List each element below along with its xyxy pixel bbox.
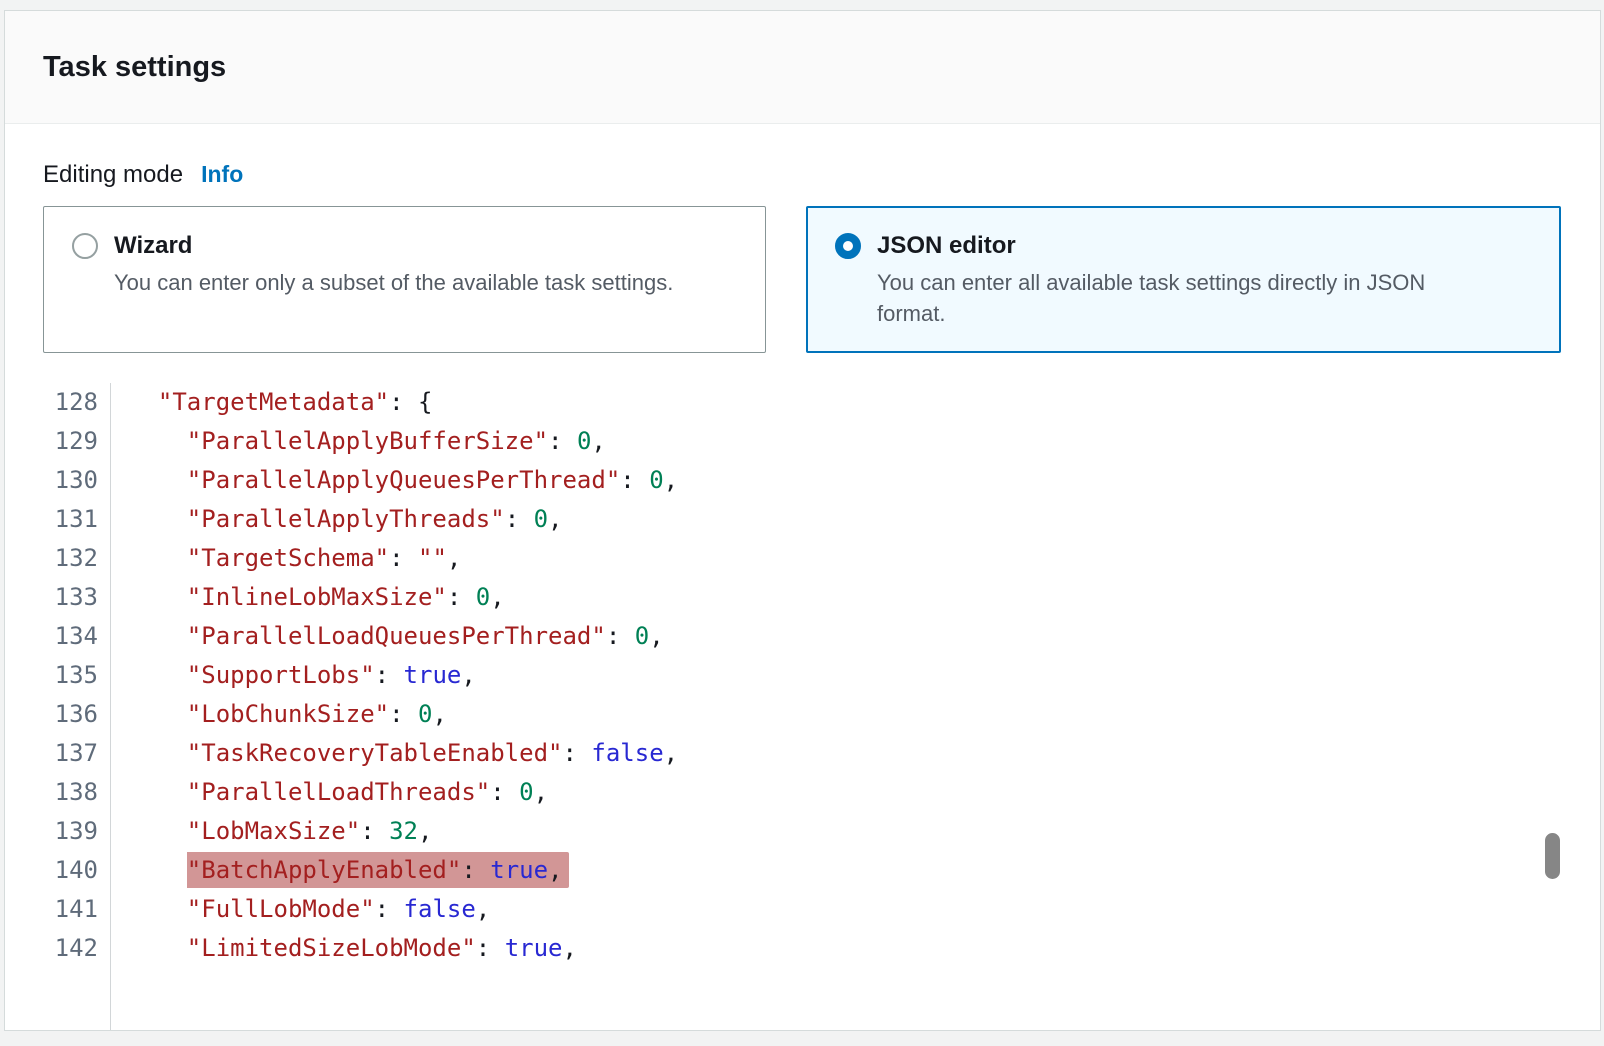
- code-line[interactable]: 132 "TargetSchema": "",: [43, 539, 1562, 578]
- code-text: "SupportLobs": true,: [111, 656, 476, 695]
- json-code-editor[interactable]: 128 "TargetMetadata": {129 "ParallelAppl…: [43, 383, 1562, 1030]
- code-text: "ParallelApplyBufferSize": 0,: [111, 422, 606, 461]
- container-header: Task settings: [5, 11, 1600, 124]
- code-line[interactable]: 133 "InlineLobMaxSize": 0,: [43, 578, 1562, 617]
- code-lines: 128 "TargetMetadata": {129 "ParallelAppl…: [43, 383, 1562, 968]
- option-json-editor[interactable]: JSON editor You can enter all available …: [806, 206, 1561, 353]
- info-link[interactable]: Info: [201, 161, 243, 188]
- code-text: "InlineLobMaxSize": 0,: [111, 578, 505, 617]
- code-line[interactable]: 139 "LobMaxSize": 32,: [43, 812, 1562, 851]
- option-wizard-text: Wizard You can enter only a subset of th…: [114, 230, 673, 298]
- line-number: 133: [43, 578, 111, 617]
- option-wizard-description: You can enter only a subset of the avail…: [114, 267, 673, 298]
- code-line[interactable]: 137 "TaskRecoveryTableEnabled": false,: [43, 734, 1562, 773]
- editor-scrollbar-thumb[interactable]: [1545, 833, 1560, 879]
- container-body: Editing mode Info Wizard You can enter o…: [5, 124, 1600, 1030]
- code-line[interactable]: 142 "LimitedSizeLobMode": true,: [43, 929, 1562, 968]
- code-text: "ParallelLoadQueuesPerThread": 0,: [111, 617, 664, 656]
- line-number: 135: [43, 656, 111, 695]
- option-wizard-label: Wizard: [114, 230, 673, 262]
- code-line[interactable]: 141 "FullLobMode": false,: [43, 890, 1562, 929]
- code-text: "LobMaxSize": 32,: [111, 812, 432, 851]
- line-number: 136: [43, 695, 111, 734]
- code-text: "LimitedSizeLobMode": true,: [111, 929, 577, 968]
- code-line[interactable]: 134 "ParallelLoadQueuesPerThread": 0,: [43, 617, 1562, 656]
- option-json-editor-text: JSON editor You can enter all available …: [877, 230, 1487, 329]
- editing-mode-row: Editing mode Info: [43, 161, 1562, 189]
- line-number: 129: [43, 422, 111, 461]
- code-line[interactable]: 138 "ParallelLoadThreads": 0,: [43, 773, 1562, 812]
- page-title: Task settings: [43, 51, 226, 84]
- line-number: 130: [43, 461, 111, 500]
- line-number: 132: [43, 539, 111, 578]
- line-number: 139: [43, 812, 111, 851]
- code-text: "TaskRecoveryTableEnabled": false,: [111, 734, 678, 773]
- code-line[interactable]: 136 "LobChunkSize": 0,: [43, 695, 1562, 734]
- gutter-filler: [43, 968, 111, 1030]
- line-number: 134: [43, 617, 111, 656]
- code-text: "FullLobMode": false,: [111, 890, 490, 929]
- code-text: "ParallelApplyThreads": 0,: [111, 500, 563, 539]
- option-json-editor-description: You can enter all available task setting…: [877, 267, 1487, 329]
- task-settings-container: Task settings Editing mode Info Wizard Y…: [4, 10, 1601, 1031]
- radio-unselected-icon[interactable]: [72, 233, 98, 259]
- code-text: "TargetMetadata": {: [111, 383, 432, 422]
- code-line[interactable]: 131 "ParallelApplyThreads": 0,: [43, 500, 1562, 539]
- editing-mode-options: Wizard You can enter only a subset of th…: [43, 206, 1562, 353]
- code-text: "ParallelLoadThreads": 0,: [111, 773, 548, 812]
- code-text: "ParallelApplyQueuesPerThread": 0,: [111, 461, 678, 500]
- line-number: 131: [43, 500, 111, 539]
- option-wizard[interactable]: Wizard You can enter only a subset of th…: [43, 206, 766, 353]
- line-number: 140: [43, 851, 111, 890]
- code-line[interactable]: 129 "ParallelApplyBufferSize": 0,: [43, 422, 1562, 461]
- code-line[interactable]: 128 "TargetMetadata": {: [43, 383, 1562, 422]
- code-line[interactable]: 130 "ParallelApplyQueuesPerThread": 0,: [43, 461, 1562, 500]
- line-number: 128: [43, 383, 111, 422]
- code-text: "BatchApplyEnabled": true,: [111, 851, 569, 890]
- code-line[interactable]: 140 "BatchApplyEnabled": true,: [43, 851, 1562, 890]
- code-text: "LobChunkSize": 0,: [111, 695, 447, 734]
- line-number: 137: [43, 734, 111, 773]
- code-line[interactable]: 135 "SupportLobs": true,: [43, 656, 1562, 695]
- code-text: "TargetSchema": "",: [111, 539, 461, 578]
- line-number: 141: [43, 890, 111, 929]
- editing-mode-label: Editing mode: [43, 161, 183, 189]
- option-json-editor-label: JSON editor: [877, 230, 1487, 262]
- line-number: 142: [43, 929, 111, 968]
- radio-selected-icon[interactable]: [835, 233, 861, 259]
- line-number: 138: [43, 773, 111, 812]
